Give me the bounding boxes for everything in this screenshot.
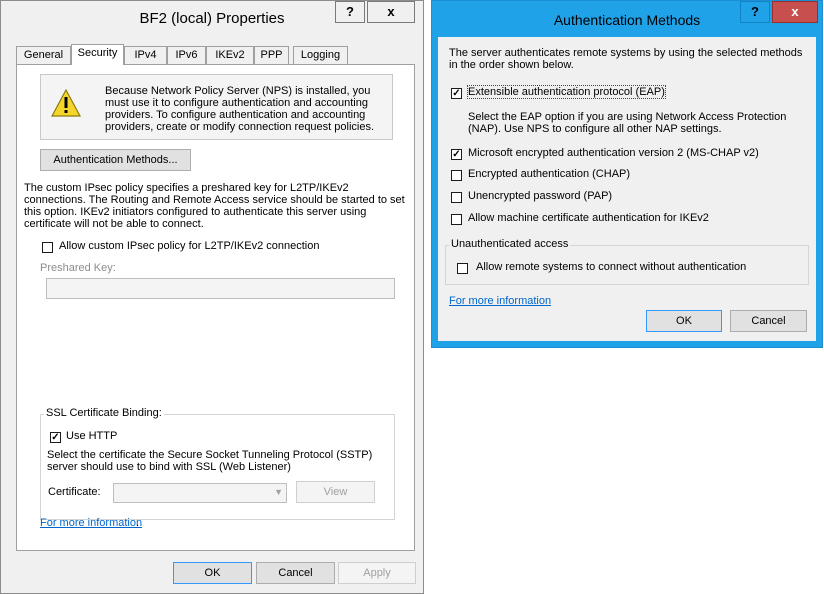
chap-label: Encrypted authentication (CHAP)	[468, 168, 631, 180]
mschapv2-checkbox[interactable]: ✓	[451, 149, 462, 160]
unauth-group-title: Unauthenticated access	[449, 238, 571, 250]
sstp-description: Select the certificate the Secure Socket…	[47, 449, 373, 473]
close-button[interactable]: x	[367, 1, 415, 23]
allow-ipsec-checkbox[interactable]	[42, 242, 53, 253]
security-tab-panel: Because Network Policy Server (NPS) is i…	[16, 64, 415, 551]
pap-label: Unencrypted password (PAP)	[468, 190, 613, 202]
ipsec-description: The custom IPsec policy specifies a pres…	[24, 182, 405, 230]
authentication-methods-dialog: Authentication Methods ? x The server au…	[431, 0, 823, 348]
mschapv2-label: Microsoft encrypted authentication versi…	[468, 147, 759, 159]
tab-ppp[interactable]: PPP	[254, 46, 289, 64]
tab-logging[interactable]: Logging	[293, 46, 348, 64]
frame-bottom	[432, 341, 822, 347]
warning-icon	[51, 89, 81, 117]
properties-titlebar[interactable]: BF2 (local) Properties ? x	[1, 1, 423, 37]
ikev2-cert-checkbox[interactable]	[451, 214, 462, 225]
cancel-button[interactable]: Cancel	[256, 562, 335, 584]
help-button[interactable]: ?	[335, 1, 365, 23]
ok-button[interactable]: OK	[173, 562, 252, 584]
use-http-label: Use HTTP	[66, 430, 118, 442]
allow-ipsec-label: Allow custom IPsec policy for L2TP/IKEv2…	[59, 240, 320, 252]
tab-ipv4[interactable]: IPv4	[124, 46, 167, 64]
chevron-down-icon: ▼	[274, 487, 283, 497]
auth-content: The server authenticates remote systems …	[438, 37, 816, 341]
preshared-key-input[interactable]	[46, 278, 395, 299]
view-button[interactable]: View	[296, 481, 375, 503]
more-info-period: .	[136, 517, 140, 529]
auth-titlebar[interactable]: Authentication Methods ? x	[432, 1, 822, 37]
nps-warning-box: Because Network Policy Server (NPS) is i…	[40, 74, 393, 140]
unauth-checkbox[interactable]	[457, 263, 468, 274]
properties-dialog: BF2 (local) Properties ? x General Secur…	[0, 0, 424, 594]
auth-cancel-button[interactable]: Cancel	[730, 310, 807, 332]
ssl-group-title: SSL Certificate Binding:	[44, 407, 164, 419]
eap-note: Select the EAP option if you are using N…	[468, 111, 787, 135]
eap-label: Extensible authentication protocol (EAP)	[467, 85, 666, 99]
auth-more-information-link[interactable]: For more information	[449, 295, 551, 307]
frame-right	[816, 37, 822, 347]
tab-general[interactable]: General	[16, 46, 71, 64]
unauth-label: Allow remote systems to connect without …	[476, 261, 747, 273]
apply-button[interactable]: Apply	[338, 562, 416, 584]
certificate-select[interactable]: ▼	[113, 483, 287, 503]
nps-warning-text: Because Network Policy Server (NPS) is i…	[105, 85, 375, 133]
auth-intro-text: The server authenticates remote systems …	[449, 47, 803, 71]
preshared-key-label: Preshared Key:	[40, 262, 116, 274]
tab-security[interactable]: Security	[71, 44, 124, 65]
pap-checkbox[interactable]	[451, 192, 462, 203]
auth-close-button[interactable]: x	[772, 1, 818, 23]
tab-ikev2[interactable]: IKEv2	[206, 46, 254, 64]
more-information-link[interactable]: For more information	[40, 517, 142, 529]
eap-checkbox[interactable]: ✓	[451, 88, 462, 99]
authentication-methods-button[interactable]: Authentication Methods...	[40, 149, 191, 171]
auth-help-button[interactable]: ?	[740, 1, 770, 23]
use-http-checkbox[interactable]: ✓	[50, 432, 61, 443]
certificate-label: Certificate:	[48, 486, 101, 498]
auth-ok-button[interactable]: OK	[646, 310, 722, 332]
chap-checkbox[interactable]	[451, 170, 462, 181]
ikev2-cert-label: Allow machine certificate authentication…	[468, 212, 709, 224]
tab-ipv6[interactable]: IPv6	[167, 46, 206, 64]
